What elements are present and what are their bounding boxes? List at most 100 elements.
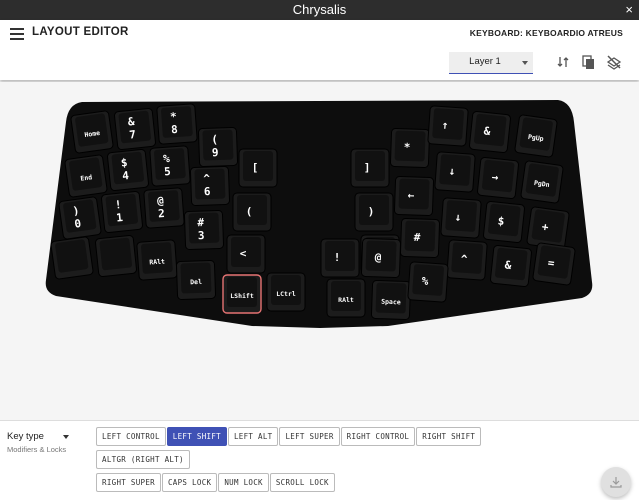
key-label: 2 (158, 207, 166, 220)
close-icon[interactable]: × (625, 0, 633, 20)
key-label: RAlt (338, 296, 354, 304)
key-ralt[interactable]: RAlt (136, 239, 178, 281)
key-#-3[interactable]: #3 (183, 209, 225, 251)
key-label: ^ (460, 253, 468, 266)
key-%[interactable]: % (407, 261, 449, 303)
modifier-button-left-alt[interactable]: LEFT ALT (227, 427, 279, 446)
key-label: % (421, 275, 429, 288)
keyboard-workspace: Home & 7 * 8(9[] * ↑ & PgUp End $4% 5 ^ 6() ← ↓ → PgDn) 0!… (0, 82, 639, 420)
key-![interactable]: ! (320, 238, 360, 278)
key-&[interactable]: & (490, 245, 532, 287)
key-][interactable]: ] (350, 148, 390, 188)
key-del[interactable]: Del (175, 259, 217, 301)
modifier-button-right-shift[interactable]: RIGHT SHIFT (416, 427, 482, 446)
modifier-button-caps-lock[interactable]: CAPS LOCK (161, 473, 218, 492)
key-)[interactable]: ) (354, 192, 394, 232)
key-label: $ (497, 214, 505, 228)
key-label: ( (246, 205, 253, 218)
key-label: ) (368, 205, 375, 218)
page-title: LAYOUT EDITOR (32, 26, 129, 38)
modifier-buttons: LEFT CONTROL LEFT SHIFT LEFT ALT LEFT SUPER… (96, 427, 576, 496)
key-blank[interactable] (95, 235, 137, 277)
key-label: ! (334, 251, 341, 264)
key-#[interactable]: # (399, 217, 441, 259)
key-type-value: Modifiers & Locks (7, 445, 67, 454)
key-end[interactable]: End (64, 154, 108, 198)
window-titlebar: Chrysalis × (0, 0, 639, 20)
key-↓[interactable]: ↓ (434, 151, 476, 193)
key-label: End (80, 173, 93, 183)
key-lctrl[interactable]: LCtrl (266, 272, 306, 312)
key-label: @ (157, 194, 165, 207)
key-%-5[interactable]: %5 (149, 145, 191, 187)
key-$-4[interactable]: $4 (107, 149, 149, 191)
key-label: $ (120, 156, 128, 170)
key-label: 7 (129, 128, 137, 142)
key-→[interactable]: → (477, 157, 519, 199)
key-!-1[interactable]: !1 (101, 191, 143, 233)
key-@[interactable]: @ (360, 237, 402, 279)
key-↓[interactable]: ↓ (440, 197, 482, 239)
download-button[interactable] (601, 467, 631, 497)
key-type-select[interactable]: Key type Modifiers & Locks (7, 431, 77, 455)
download-icon (610, 477, 622, 488)
key-ralt[interactable]: RAlt (326, 278, 366, 318)
layer-select[interactable]: Layer 1 (449, 52, 533, 74)
key-label: 9 (212, 146, 219, 159)
key-&-7[interactable]: &7 (114, 108, 156, 150)
key-label: ↑ (441, 119, 449, 132)
key-$[interactable]: $ (483, 201, 525, 243)
key-lshift[interactable]: LShift (222, 274, 262, 314)
key-+[interactable]: + (526, 206, 570, 250)
key-label: # (197, 216, 204, 229)
modifier-button-scroll-lock[interactable]: SCROLL LOCK (269, 473, 335, 492)
key-)-0[interactable]: )0 (58, 196, 102, 240)
key-config-panel: Key type Modifiers & Locks LEFT CONTROL L… (0, 420, 639, 500)
key-&[interactable]: & (469, 111, 511, 153)
modifier-button-left-control[interactable]: LEFT CONTROL (96, 427, 166, 446)
key-@-2[interactable]: @2 (143, 187, 185, 229)
modifier-button-altgr-right-alt[interactable]: ALTGR (RIGHT ALT) (96, 450, 190, 469)
keyboard-name: KEYBOARD: KEYBOARDIO ATREUS (469, 28, 623, 38)
key-↑[interactable]: ↑ (427, 105, 469, 147)
key-=[interactable]: = (532, 242, 576, 286)
key-←[interactable]: ← (393, 175, 435, 217)
key-<[interactable]: < (226, 234, 266, 274)
key-label: ( (211, 133, 218, 146)
key-home[interactable]: Home (70, 110, 114, 154)
key-pgdn[interactable]: PgDn (520, 160, 564, 204)
hide-layer-icon[interactable] (606, 54, 622, 70)
app-bar: LAYOUT EDITOR KEYBOARD: KEYBOARDIO ATREU… (0, 20, 639, 80)
key-label: % (163, 152, 171, 165)
key-*[interactable]: * (389, 127, 431, 169)
modifier-button-num-lock[interactable]: NUM LOCK (218, 473, 269, 492)
key-^[interactable]: ^ (446, 239, 488, 281)
key-*-8[interactable]: *8 (156, 103, 198, 145)
modifier-button-right-control[interactable]: RIGHT CONTROL (340, 427, 416, 446)
key-[[interactable]: [ (238, 148, 278, 188)
key-pgup[interactable]: PgUp (514, 114, 558, 158)
key-label: < (240, 247, 247, 260)
keyboard-layout: Home&7*8(9[]*↑ & PgUpEnd$4%5^6()←↓ → PgDn)0!… (45, 100, 593, 328)
chevron-down-icon (63, 435, 69, 439)
key-label: LShift (230, 292, 254, 300)
key-label: * (403, 141, 410, 154)
modifier-button-left-shift[interactable]: LEFT SHIFT (166, 427, 227, 446)
modifier-button-right-super[interactable]: RIGHT SUPER (96, 473, 161, 492)
key-label: ^ (203, 172, 210, 185)
modifier-button-left-super[interactable]: LEFT SUPER (279, 427, 340, 446)
key-space[interactable]: Space (370, 279, 412, 321)
key-blank[interactable] (50, 236, 94, 280)
menu-icon[interactable] (10, 28, 24, 40)
key-label: ! (114, 198, 122, 212)
key-label: 3 (198, 229, 205, 242)
layer-select-value: Layer 1 (469, 56, 501, 67)
key-label: 8 (171, 123, 179, 136)
key-label: Space (381, 298, 401, 307)
key-label: ↓ (454, 211, 462, 224)
copy-layer-icon[interactable] (580, 54, 596, 70)
key-^-6[interactable]: ^6 (189, 165, 231, 207)
swap-vertical-icon[interactable] (555, 54, 571, 70)
key-(-9[interactable]: (9 (197, 126, 239, 168)
key-([interactable]: ( (232, 192, 272, 232)
